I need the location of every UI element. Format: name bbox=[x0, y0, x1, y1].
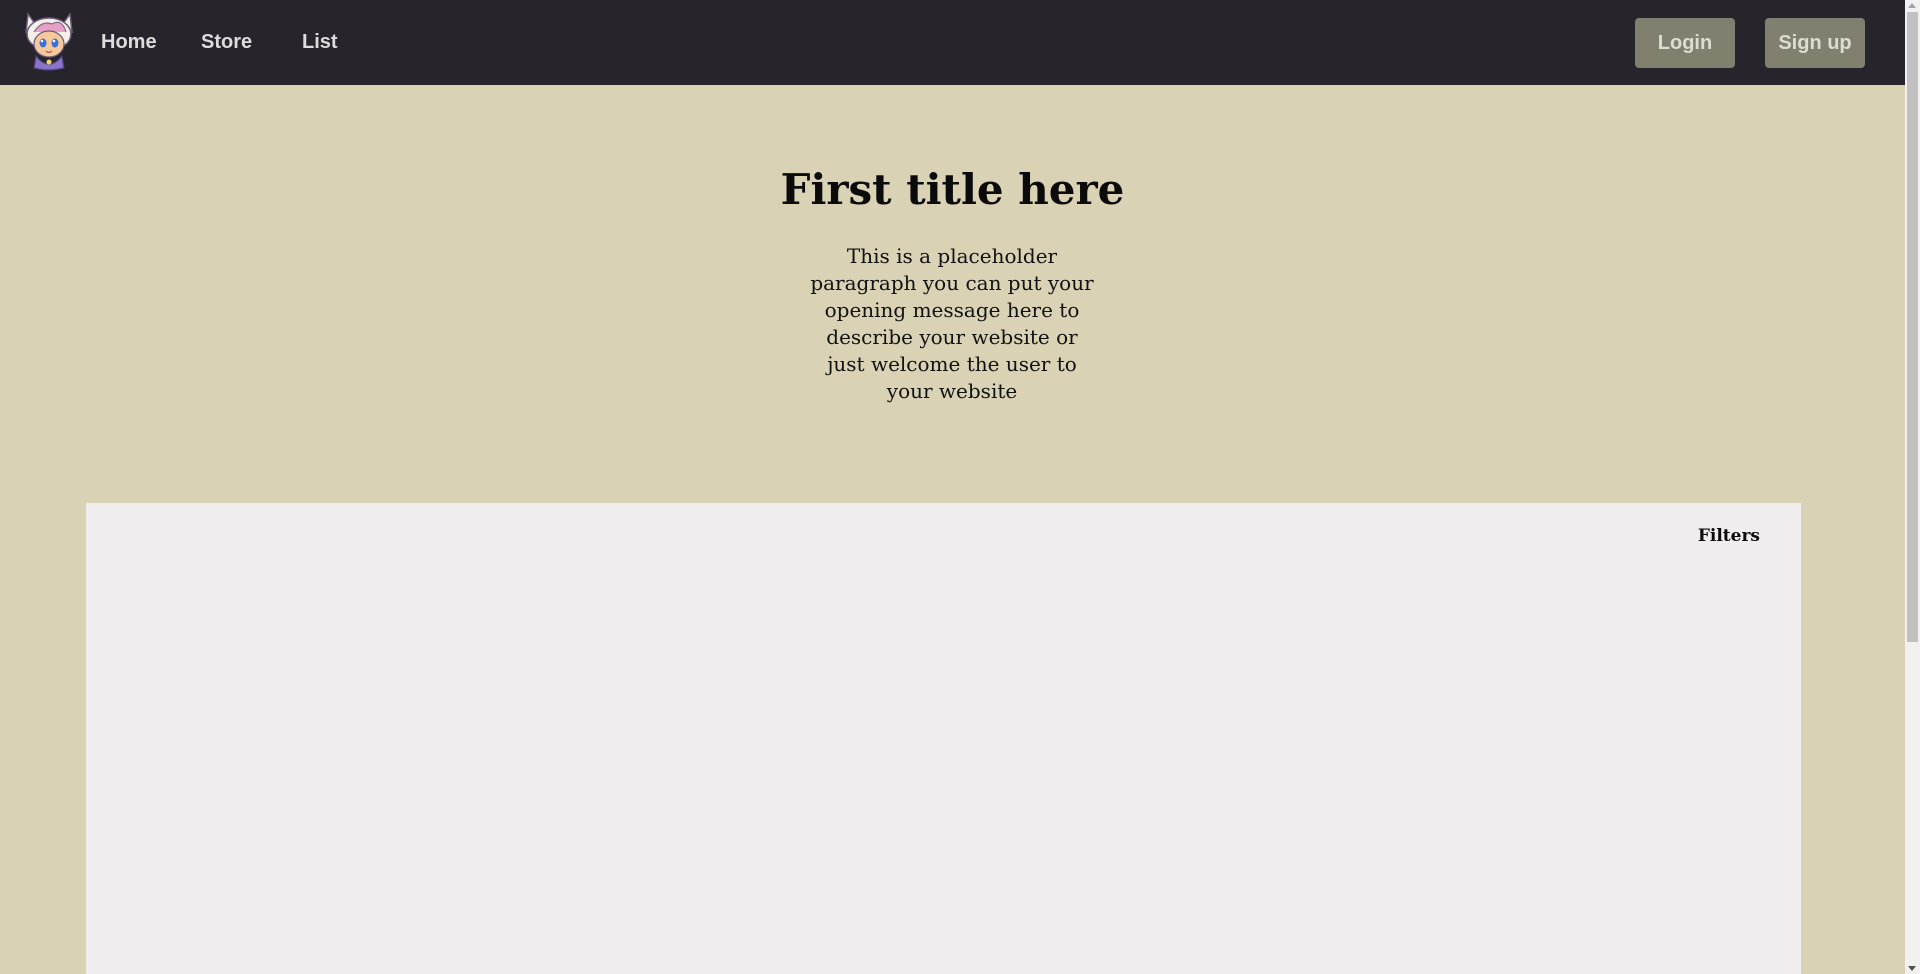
nav-link-list[interactable]: List bbox=[302, 30, 338, 54]
signup-button[interactable]: Sign up bbox=[1765, 18, 1865, 68]
scrollbar-thumb[interactable] bbox=[1907, 12, 1918, 642]
content-panel: Filters bbox=[86, 503, 1801, 974]
hero-title: First title here bbox=[780, 165, 1125, 214]
scroll-down-arrow-icon[interactable] bbox=[1908, 966, 1916, 971]
login-button[interactable]: Login bbox=[1635, 18, 1735, 68]
hero-paragraph: This is a placeholder paragraph you can … bbox=[810, 244, 1094, 403]
mascot-logo-icon[interactable] bbox=[20, 10, 78, 72]
nav-link-home[interactable]: Home bbox=[101, 30, 157, 54]
nav-link-store[interactable]: Store bbox=[201, 30, 252, 54]
scroll-up-arrow-icon[interactable] bbox=[1908, 3, 1916, 8]
page-scrollbar[interactable] bbox=[1905, 0, 1920, 974]
filters-button[interactable]: Filters bbox=[1698, 526, 1760, 546]
top-navbar: Home Store List Login Sign up bbox=[0, 0, 1905, 85]
